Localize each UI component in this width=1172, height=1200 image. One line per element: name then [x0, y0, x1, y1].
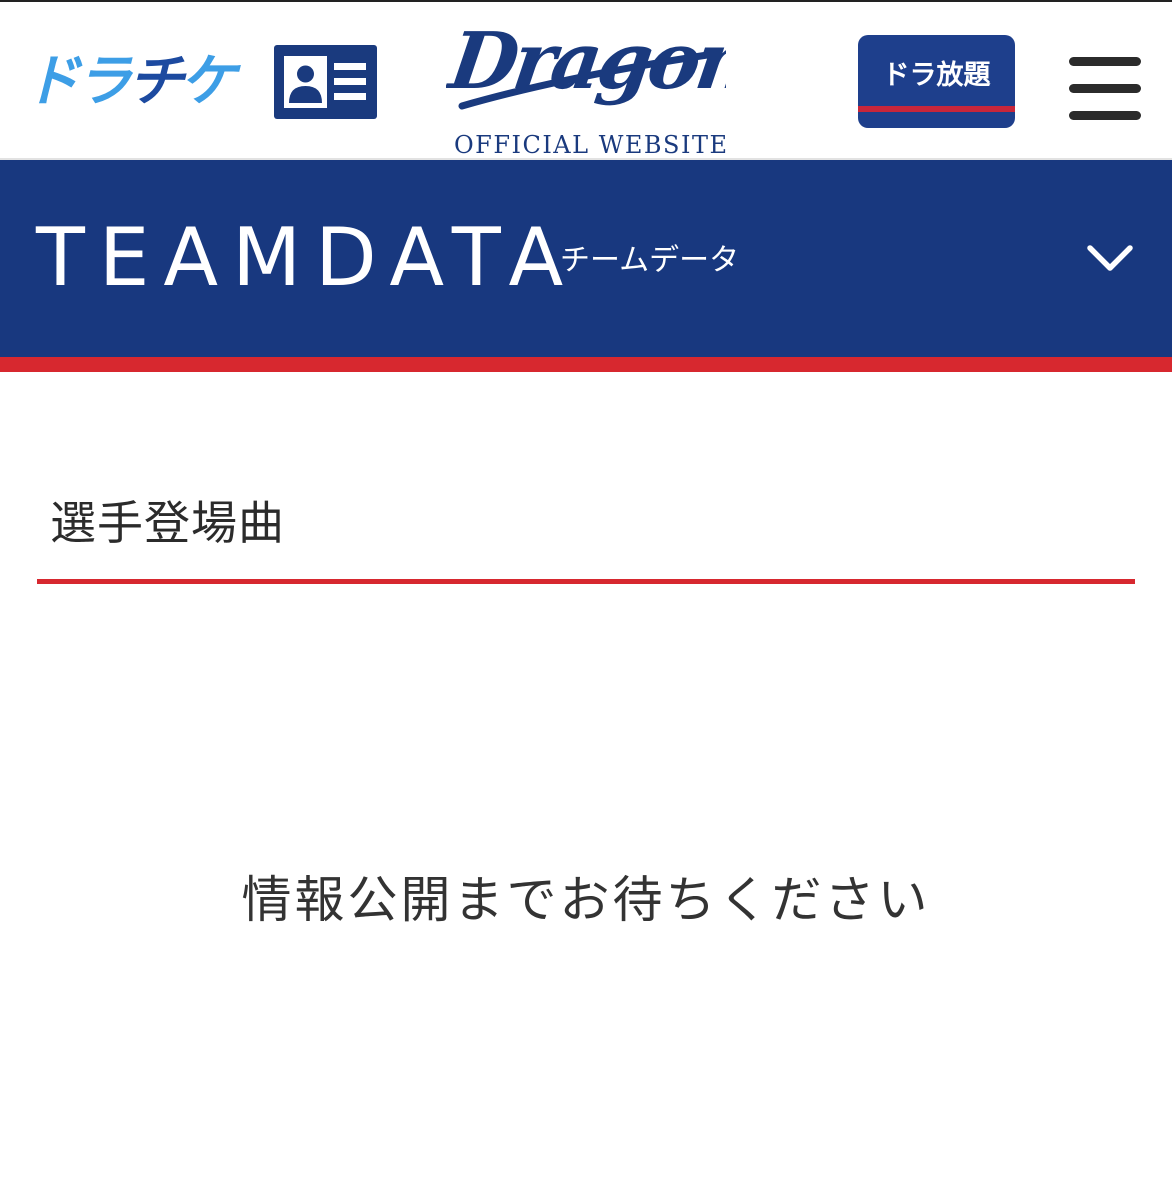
member-card-icon [284, 56, 366, 108]
dorachike-logo-link[interactable]: ドラチケ [24, 49, 236, 114]
dora-houdai-label: ドラ放題 [882, 60, 991, 91]
chevron-down-icon[interactable] [1080, 236, 1140, 284]
hamburger-menu-icon[interactable] [1069, 57, 1141, 121]
section-subtitle: チームデータ [560, 243, 740, 278]
official-website-tagline: OFFICIAL WEBSITE [454, 131, 729, 159]
hamburger-line [1069, 84, 1141, 93]
dora-houdai-stripe [858, 106, 1015, 112]
dragons-logo-link[interactable]: Dragons OFFICIAL WEBSITE [446, 10, 727, 159]
coming-soon-notice: 情報公開までお待ちください [241, 871, 931, 929]
heading-underline [37, 579, 1135, 584]
member-card-button[interactable] [274, 45, 377, 119]
hamburger-line [1069, 111, 1141, 120]
dorachike-logo-part3: ケ [180, 49, 236, 114]
site-header: ドラチケ Dragons OFFICIAL WEBSITE ドラ放題 [0, 0, 1172, 160]
page-heading: 選手登場曲 [50, 496, 285, 550]
dora-houdai-button[interactable]: ドラ放題 [858, 35, 1015, 128]
dorachike-logo-part2: チ [128, 49, 184, 114]
hamburger-line [1069, 57, 1141, 66]
section-title: TEAMDATA [36, 211, 578, 304]
dragons-script-logo: Dragons [446, 15, 726, 110]
teamdata-banner-stripe [0, 357, 1172, 372]
dorachike-logo-part1: ドラ [24, 49, 132, 114]
